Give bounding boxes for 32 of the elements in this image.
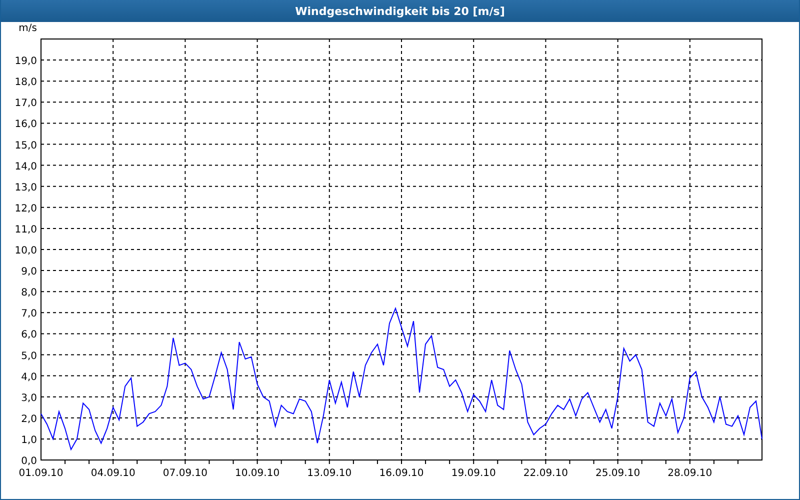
x-tick-label: 13.09.10 [307, 468, 352, 479]
y-tick-label: 11,0 [14, 224, 37, 236]
x-tick-label: 07.09.10 [162, 468, 208, 479]
window-title: Windgeschwindigkeit bis 20 [m/s] [295, 4, 505, 18]
y-tick-label: 8,0 [21, 288, 37, 299]
x-tick-label: 28.09.10 [668, 468, 712, 479]
y-tick-label: 4,0 [21, 372, 37, 383]
y-tick-label: 9,0 [21, 266, 37, 278]
y-tick-label: 0,0 [21, 456, 37, 467]
y-tick-label: 16,0 [14, 119, 37, 130]
y-tick-label: 19,0 [14, 56, 37, 68]
x-tick-label: 01.09.10 [18, 468, 64, 479]
y-tick-label: 14,0 [14, 161, 37, 172]
x-tick-label: 25.09.10 [596, 468, 640, 479]
x-tick-label: 16.09.10 [379, 468, 424, 479]
y-tick-label: 13,0 [14, 182, 37, 194]
x-tick-label: 19.09.10 [451, 468, 496, 479]
y-axis-unit: m/s [18, 23, 37, 34]
x-tick-label: 04.09.10 [90, 468, 136, 479]
y-tick-label: 7,0 [21, 308, 37, 320]
y-tick-label: 10,0 [14, 246, 37, 256]
x-tick-label: 22.09.10 [523, 468, 568, 479]
y-tick-label: 2,0 [21, 414, 37, 425]
y-tick-label: 17,0 [14, 98, 37, 110]
y-tick-label: 3,0 [21, 392, 37, 404]
x-tick-label: 10.09.10 [235, 468, 280, 479]
y-tick-label: 18,0 [14, 77, 37, 88]
y-tick-label: 6,0 [21, 330, 37, 341]
y-tick-label: 1,0 [21, 434, 37, 446]
y-tick-label: 15,0 [14, 140, 37, 152]
y-tick-label: 12,0 [14, 203, 37, 214]
y-tick-label: 5,0 [21, 350, 37, 362]
